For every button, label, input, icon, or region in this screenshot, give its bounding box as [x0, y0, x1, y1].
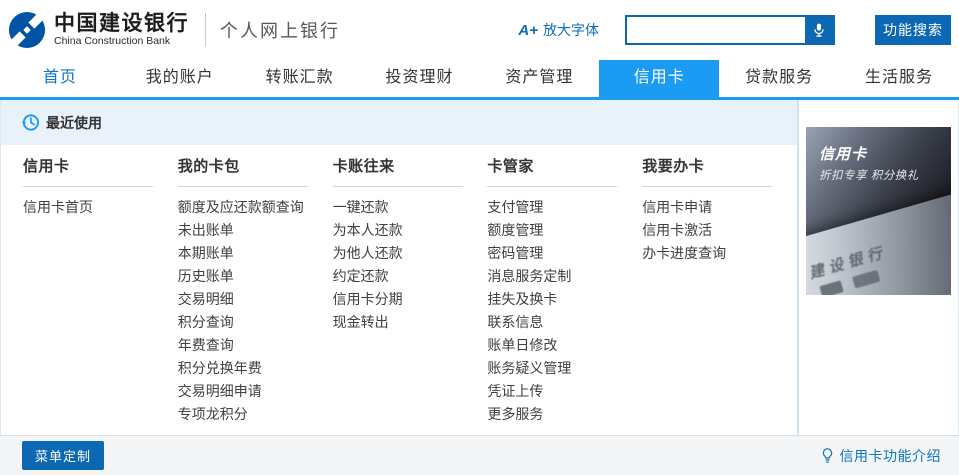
menu-item[interactable]: 约定还款 — [333, 265, 488, 288]
header-divider — [205, 13, 206, 47]
menu-customize-button[interactable]: 菜单定制 — [22, 441, 104, 470]
bank-logo-text: 中国建设银行 China Construction Bank — [54, 13, 189, 47]
menu-item[interactable]: 交易明细 — [178, 288, 333, 311]
menu-item[interactable]: 历史账单 — [178, 265, 333, 288]
menu-item[interactable]: 挂失及换卡 — [487, 288, 642, 311]
function-search-button[interactable]: 功能搜索 — [875, 15, 951, 45]
ad-subtitle: 折扣专享 积分换礼 — [819, 167, 919, 183]
menu-item[interactable]: 未出账单 — [178, 219, 333, 242]
menu-item[interactable]: 一键还款 — [333, 196, 488, 219]
header: 中国建设银行 China Construction Bank 个人网上银行 A+… — [0, 0, 959, 60]
menu-column-card-transactions: 卡账往来一键还款为本人还款为他人还款约定还款信用卡分期现金转出 — [333, 158, 488, 435]
main-nav: 首页我的账户转账汇款投资理财资产管理信用卡贷款服务生活服务 — [0, 60, 959, 100]
menu-column-title: 卡账往来 — [333, 158, 488, 176]
nav-tab-asset-management[interactable]: 资产管理 — [480, 60, 600, 97]
menu-item[interactable]: 更多服务 — [487, 403, 642, 426]
menu-item[interactable]: 额度管理 — [487, 219, 642, 242]
column-divider — [487, 186, 617, 187]
menu-item[interactable]: 现金转出 — [333, 311, 488, 334]
menu-column-credit-card: 信用卡信用卡首页 — [23, 158, 178, 435]
credit-card-intro-link[interactable]: 信用卡功能介绍 — [820, 446, 942, 466]
menu-column-card-manager: 卡管家支付管理额度管理密码管理消息服务定制挂失及换卡联系信息账单日修改账务疑义管… — [487, 158, 642, 435]
column-divider — [333, 186, 463, 187]
bank-name-en: China Construction Bank — [54, 36, 189, 47]
font-zoom-label: 放大字体 — [543, 20, 599, 40]
menu-item[interactable]: 办卡进度查询 — [642, 242, 797, 265]
column-divider — [23, 186, 153, 187]
ccb-logo-icon — [8, 11, 46, 49]
column-divider — [642, 186, 772, 187]
recently-used-label: 最近使用 — [46, 113, 102, 133]
menu-column-title: 卡管家 — [487, 158, 642, 176]
menu-item[interactable]: 积分查询 — [178, 311, 333, 334]
card-chip-decoration — [852, 270, 880, 289]
bank-name-cn: 中国建设银行 — [54, 13, 189, 35]
nav-tab-credit-card[interactable]: 信用卡 — [599, 60, 719, 97]
menu-area: 最近使用 信用卡信用卡首页我的卡包额度及应还款额查询未出账单本期账单历史账单交易… — [1, 100, 797, 435]
menu-item[interactable]: 交易明细申请 — [178, 380, 333, 403]
menu-item[interactable]: 专项龙积分 — [178, 403, 333, 426]
recently-used-bar[interactable]: 最近使用 — [1, 100, 797, 145]
menu-item[interactable]: 密码管理 — [487, 242, 642, 265]
lightbulb-icon — [820, 447, 835, 464]
credit-card-ad-banner[interactable]: 信用卡 折扣专享 积分换礼 建设银行 — [806, 127, 951, 295]
menu-column-title: 我的卡包 — [178, 158, 333, 176]
menu-column-title: 我要办卡 — [642, 158, 797, 176]
menu-item[interactable]: 为他人还款 — [333, 242, 488, 265]
credit-card-image: 建设银行 — [806, 191, 951, 295]
nav-tab-home[interactable]: 首页 — [0, 60, 120, 97]
nav-tab-my-account[interactable]: 我的账户 — [120, 60, 240, 97]
side-panel: 信用卡 折扣专享 积分换礼 建设银行 — [797, 100, 958, 435]
nav-tab-transfer-remittance[interactable]: 转账汇款 — [240, 60, 360, 97]
footer-bar: 菜单定制 信用卡功能介绍 — [0, 435, 959, 475]
function-search-input[interactable] — [627, 17, 805, 43]
search-box — [625, 15, 835, 45]
menu-item[interactable]: 账务疑义管理 — [487, 357, 642, 380]
column-divider — [178, 186, 308, 187]
card-chip-decoration — [819, 280, 843, 295]
menu-item[interactable]: 额度及应还款额查询 — [178, 196, 333, 219]
nav-tab-investment-finance[interactable]: 投资理财 — [360, 60, 480, 97]
menu-column-apply-card: 我要办卡信用卡申请信用卡激活办卡进度查询 — [642, 158, 797, 435]
nav-tab-life-services[interactable]: 生活服务 — [839, 60, 959, 97]
font-zoom-icon: A+ — [518, 22, 538, 39]
menu-item[interactable]: 为本人还款 — [333, 219, 488, 242]
menu-item[interactable]: 信用卡分期 — [333, 288, 488, 311]
font-zoom-button[interactable]: A+ 放大字体 — [518, 20, 599, 40]
credit-card-intro-label: 信用卡功能介绍 — [840, 446, 942, 466]
menu-item[interactable]: 支付管理 — [487, 196, 642, 219]
menu-item[interactable]: 凭证上传 — [487, 380, 642, 403]
main-content: 最近使用 信用卡信用卡首页我的卡包额度及应还款额查询未出账单本期账单历史账单交易… — [0, 100, 959, 435]
mega-menu: 信用卡信用卡首页我的卡包额度及应还款额查询未出账单本期账单历史账单交易明细积分查… — [1, 145, 797, 435]
nav-tab-loan-services[interactable]: 贷款服务 — [719, 60, 839, 97]
menu-column-my-cards: 我的卡包额度及应还款额查询未出账单本期账单历史账单交易明细积分查询年费查询积分兑… — [178, 158, 333, 435]
portal-title: 个人网上银行 — [220, 17, 340, 43]
menu-item[interactable]: 积分兑换年费 — [178, 357, 333, 380]
menu-column-title: 信用卡 — [23, 158, 178, 176]
microphone-icon — [812, 22, 826, 38]
voice-search-button[interactable] — [805, 17, 833, 43]
menu-item[interactable]: 本期账单 — [178, 242, 333, 265]
ad-title: 信用卡 — [819, 143, 867, 164]
menu-item[interactable]: 信用卡激活 — [642, 219, 797, 242]
menu-item[interactable]: 信用卡申请 — [642, 196, 797, 219]
menu-item[interactable]: 信用卡首页 — [23, 196, 178, 219]
menu-item[interactable]: 年费查询 — [178, 334, 333, 357]
menu-item[interactable]: 联系信息 — [487, 311, 642, 334]
menu-item[interactable]: 消息服务定制 — [487, 265, 642, 288]
history-clock-icon — [21, 113, 40, 132]
menu-item[interactable]: 账单日修改 — [487, 334, 642, 357]
